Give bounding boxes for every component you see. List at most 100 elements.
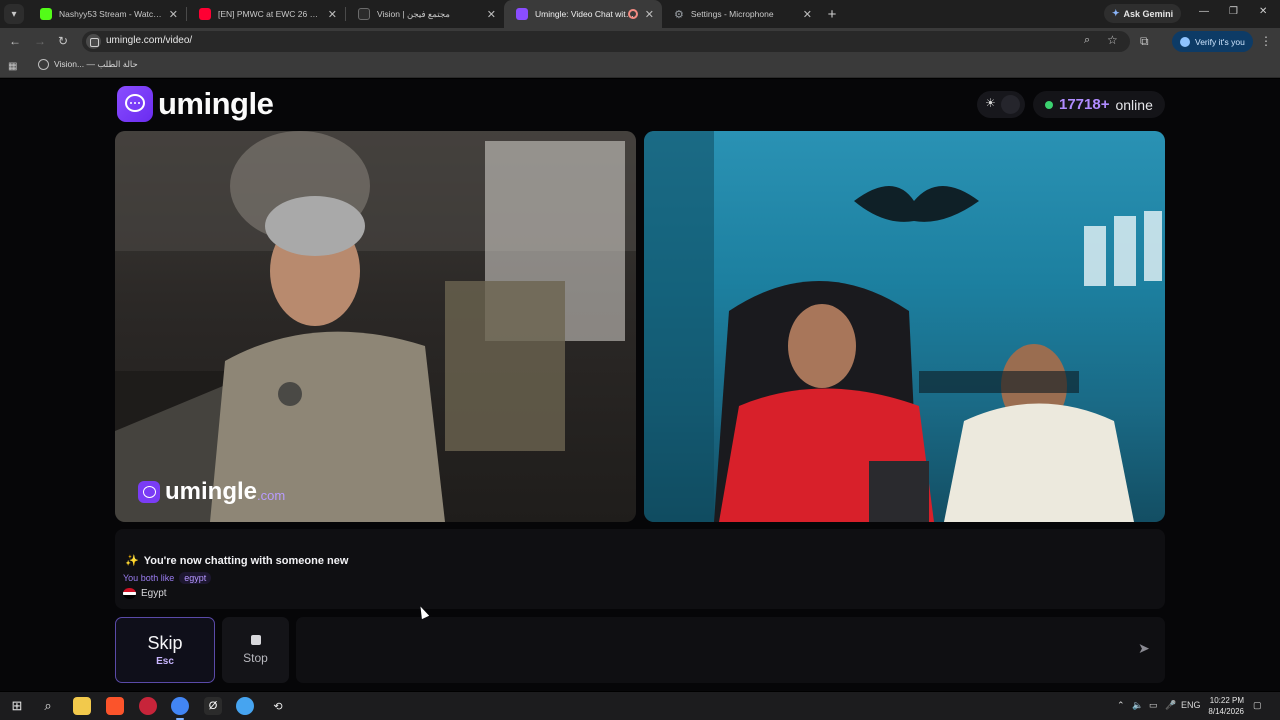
- verify-identity-button[interactable]: Verify it's you: [1172, 31, 1253, 52]
- tab-search-button[interactable]: ▾: [4, 4, 24, 24]
- skip-label: Skip: [147, 633, 183, 653]
- close-icon[interactable]: ✕: [487, 8, 496, 21]
- tray-overflow-icon[interactable]: ⌃: [1117, 700, 1125, 711]
- more-menu-icon[interactable]: ⋮: [1260, 34, 1272, 48]
- speaker-icon[interactable]: 🔈: [1132, 700, 1143, 711]
- bookmark-label: Vision... — حالة الطلب: [54, 59, 138, 69]
- send-icon[interactable]: ➤: [1138, 640, 1150, 657]
- tab-title: [EN] PMWC at EWC 26 Finals D: [218, 9, 321, 19]
- shared-interests: You both like egypt: [123, 572, 212, 584]
- vision-favicon-icon: [358, 8, 370, 20]
- verify-label: Verify it's you: [1195, 36, 1245, 47]
- address-bar[interactable]: umingle.com/video/ ⌕ ☆: [82, 31, 1130, 52]
- windows-taskbar: ⊞ ⌕ Ø ⟲ ⌃ 🔈 ▭ 🎤 ENG 10:22 PM 8/14/2026 ▢: [0, 692, 1280, 720]
- bookmarks-bar: ▦ Vision... — حالة الطلب: [0, 55, 1280, 78]
- back-arrow-icon[interactable]: ←: [9, 34, 21, 48]
- tab-youtube-pmwc[interactable]: [EN] PMWC at EWC 26 Finals D ✕: [187, 0, 345, 28]
- globe-icon: [38, 59, 49, 70]
- sun-icon: ☀: [985, 96, 996, 110]
- extensions-icon[interactable]: ⧉: [1140, 34, 1149, 49]
- umingle-watermark: umingle .com: [138, 478, 285, 506]
- message-input[interactable]: [308, 639, 1108, 661]
- close-icon[interactable]: ✕: [169, 8, 178, 21]
- watermark-logo-icon: [138, 481, 160, 503]
- watermark-text: umingle: [165, 478, 258, 505]
- online-label: online: [1115, 96, 1153, 113]
- tab-title: Vision | مجتمع فيجن: [377, 8, 450, 19]
- clock-time: 10:22 PM: [1209, 696, 1244, 705]
- ask-gemini-button[interactable]: ✦ Ask Gemini: [1104, 4, 1182, 23]
- online-counter: 17718+ online: [1033, 91, 1165, 118]
- self-video-frame: [644, 131, 1162, 522]
- skip-shortcut: Esc: [156, 656, 174, 667]
- stranger-video: [115, 131, 636, 522]
- watermark-domain: .com: [257, 487, 286, 503]
- reload-icon[interactable]: ↻: [58, 34, 68, 48]
- tab-title: Nashyy53 Stream - Watch Live: [59, 9, 162, 19]
- site-info-icon[interactable]: [86, 34, 101, 49]
- close-icon[interactable]: ✕: [328, 8, 337, 21]
- chrome-browser-icon[interactable]: [171, 697, 189, 720]
- clock-date: 8/14/2026: [1208, 707, 1244, 716]
- microphone-icon[interactable]: 🎤: [1165, 700, 1176, 711]
- tab-vision[interactable]: Vision | مجتمع فيجن ✕: [346, 0, 504, 28]
- browser-toolbar: ← → ↻ umingle.com/video/ ⌕ ☆ ⧉ Verify it…: [0, 28, 1280, 55]
- online-count: 17718+: [1059, 96, 1110, 113]
- bookmark-star-icon[interactable]: ☆: [1107, 33, 1118, 47]
- profile-icon: [1180, 36, 1190, 47]
- app-launcher-icon[interactable]: ⟲: [269, 697, 287, 715]
- tab-title: Settings - Microphone: [690, 9, 774, 19]
- gemini-sparkle-icon: ✦: [1112, 8, 1120, 18]
- stop-button[interactable]: Stop: [222, 617, 289, 683]
- gear-icon: ⚙: [674, 8, 684, 21]
- system-message: ✨ You're now chatting with someone new: [125, 554, 349, 568]
- chat-panel: ✨ You're now chatting with someone new Y…: [115, 529, 1165, 609]
- stop-icon: [250, 635, 261, 645]
- zoom-icon[interactable]: ⌕: [1084, 34, 1090, 47]
- recording-indicator-icon: [628, 9, 638, 19]
- stranger-video-frame: [115, 131, 636, 522]
- apps-grid-icon[interactable]: ▦: [8, 61, 17, 72]
- sparkle-icon: ✨: [125, 555, 139, 567]
- self-video: [644, 131, 1165, 522]
- tab-settings-microphone[interactable]: ⚙ Settings - Microphone ✕: [662, 0, 820, 28]
- url-text: umingle.com/video/: [106, 35, 193, 46]
- toggle-knob: [1001, 95, 1020, 114]
- message-composer: ➤: [296, 617, 1165, 683]
- umingle-logo[interactable]: umingle: [117, 86, 274, 122]
- tab-title: Umingle: Video Chat with S: [535, 9, 638, 19]
- tab-umingle[interactable]: Umingle: Video Chat with S ✕: [504, 0, 662, 28]
- messenger-app-icon[interactable]: [236, 697, 254, 715]
- new-tab-button[interactable]: +: [820, 0, 844, 28]
- kick-favicon-icon: [40, 8, 52, 20]
- epic-games-icon[interactable]: Ø: [204, 697, 222, 715]
- online-status-dot: [1045, 100, 1053, 109]
- notification-icon[interactable]: ▢: [1253, 700, 1262, 711]
- window-close-icon[interactable]: ✕: [1259, 6, 1267, 17]
- search-icon[interactable]: ⌕: [39, 697, 57, 715]
- umingle-favicon-icon: [516, 8, 528, 20]
- chat-bubble-logo-icon: [117, 86, 153, 122]
- restore-icon[interactable]: ❐: [1229, 6, 1238, 17]
- file-explorer-icon[interactable]: [73, 697, 91, 715]
- obs-app-icon[interactable]: [139, 697, 157, 715]
- system-clock[interactable]: 10:22 PM 8/14/2026: [1198, 695, 1244, 717]
- theme-toggle[interactable]: ☀: [977, 91, 1025, 118]
- skip-button[interactable]: Skip Esc: [115, 617, 215, 683]
- tab-kick-stream[interactable]: Nashyy53 Stream - Watch Live ✕: [28, 0, 186, 28]
- stop-label: Stop: [243, 651, 268, 665]
- youtube-favicon-icon: [199, 8, 211, 20]
- stranger-country: Egypt: [123, 588, 167, 599]
- minimize-icon[interactable]: —: [1199, 6, 1209, 17]
- likes-label: You both like: [123, 573, 175, 583]
- forward-arrow-icon[interactable]: →: [34, 34, 46, 48]
- network-icon[interactable]: ▭: [1149, 700, 1158, 711]
- logo-text: umingle: [158, 86, 274, 121]
- bookmark-vision[interactable]: Vision... — حالة الطلب: [38, 59, 138, 70]
- windows-start-icon[interactable]: ⊞: [8, 697, 26, 715]
- browser-tabstrip: ▾ Nashyy53 Stream - Watch Live ✕ [EN] PM…: [0, 0, 1280, 28]
- close-icon[interactable]: ✕: [645, 8, 654, 21]
- brave-browser-icon[interactable]: [106, 697, 124, 715]
- close-icon[interactable]: ✕: [803, 8, 812, 21]
- system-message-text: You're now chatting with someone new: [143, 554, 349, 567]
